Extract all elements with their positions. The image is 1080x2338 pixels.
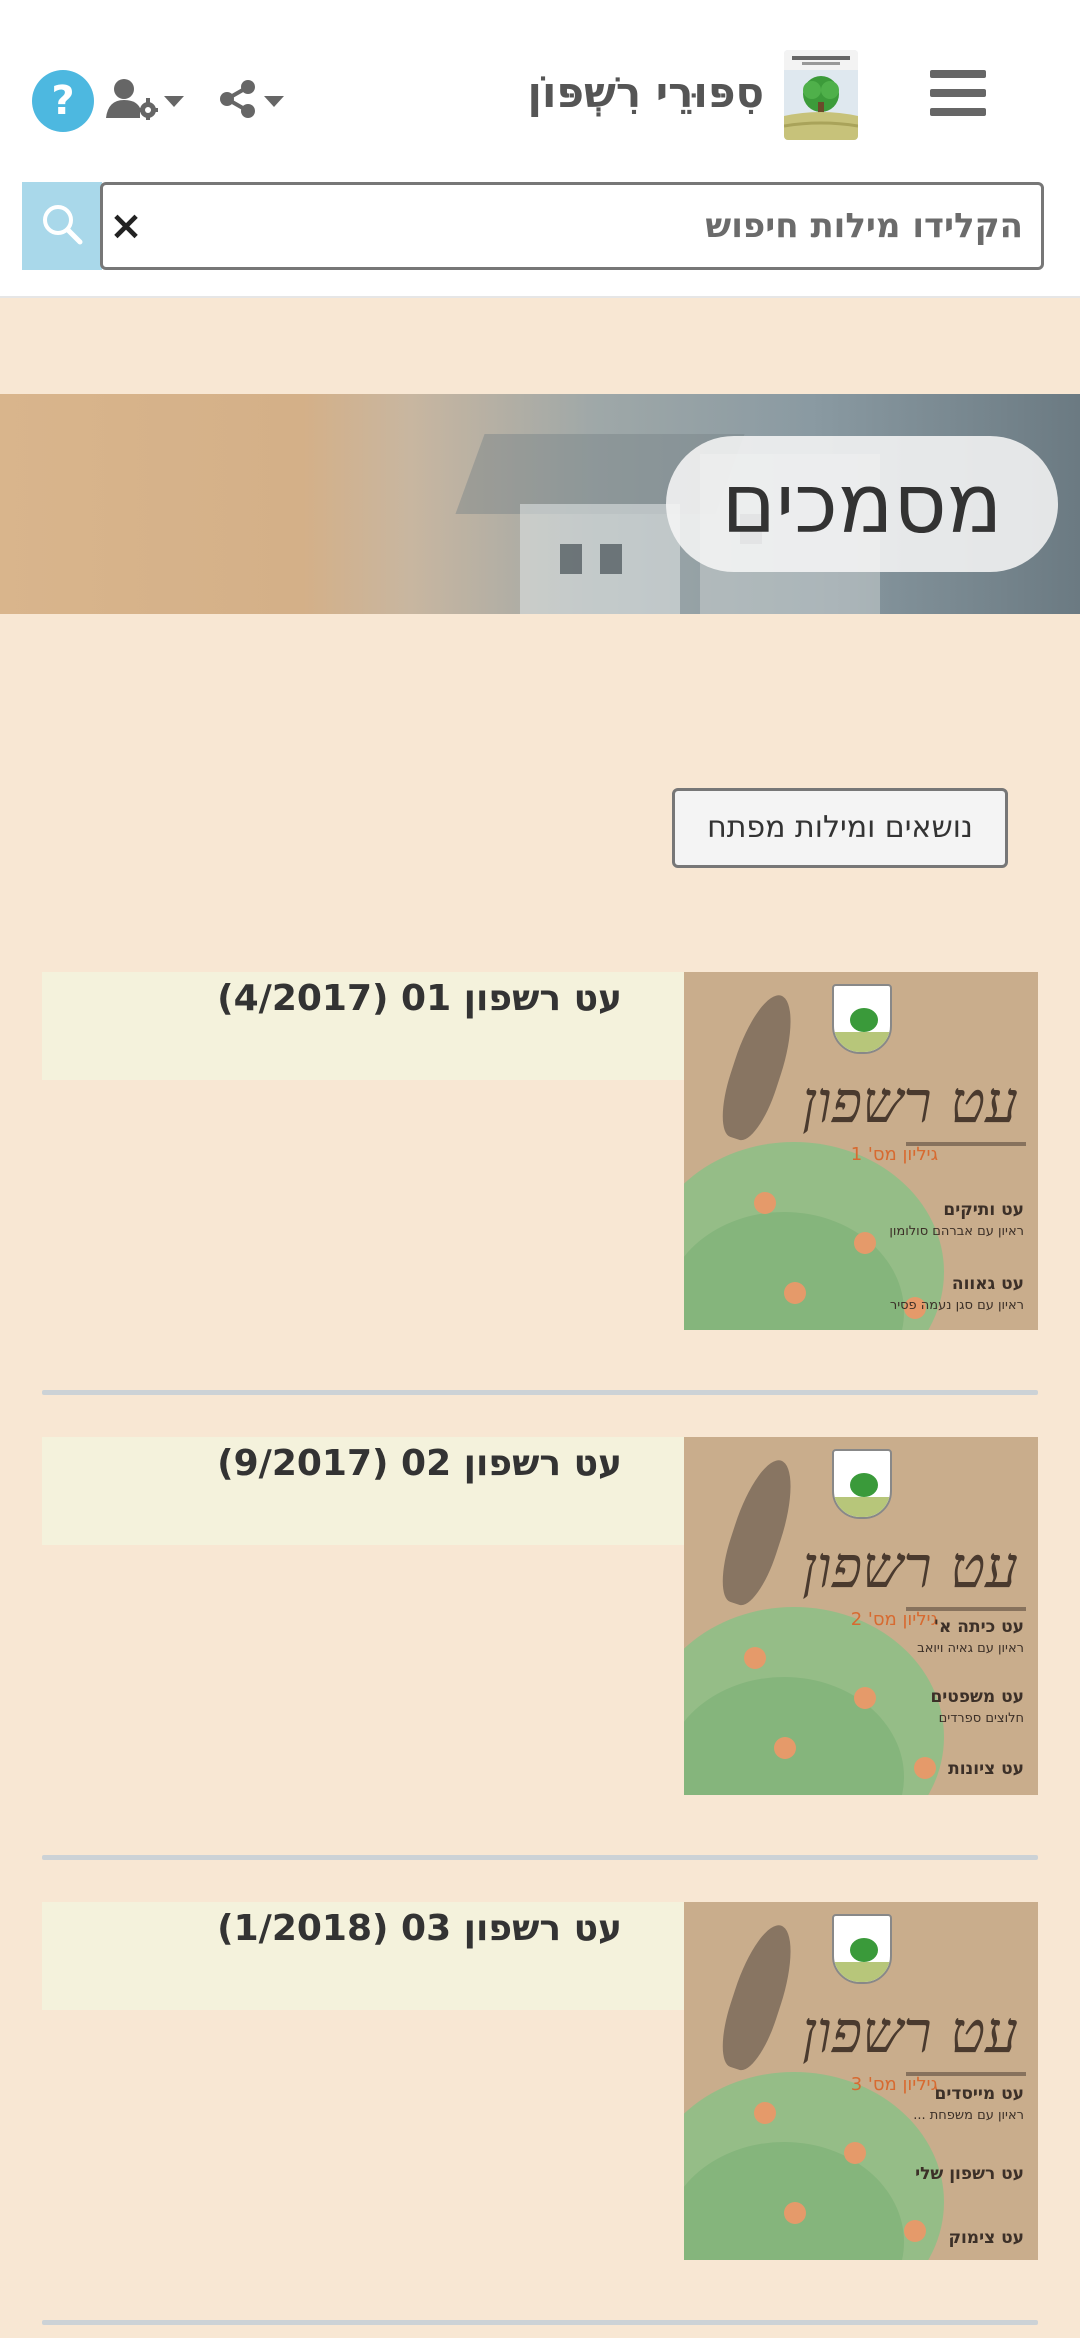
- item-cover-image[interactable]: עט רשפון גיליון מס' 1 עט ותיקים ראיון עם…: [684, 972, 1038, 1330]
- user-cog-icon: [106, 78, 158, 124]
- cover-section-heading: עט גאווה: [951, 1274, 1024, 1294]
- item-title-box: עט רשפון 01 (4/2017): [42, 972, 684, 1080]
- crest-icon: [832, 1449, 892, 1519]
- chevron-down-icon: [164, 95, 184, 107]
- page-banner: מסמכים: [0, 394, 1080, 614]
- cover-script-title: עט רשפון: [802, 1068, 1018, 1136]
- help-button[interactable]: ?: [32, 70, 94, 132]
- cover-section-heading: עט מייסדים: [934, 2084, 1025, 2104]
- search-button[interactable]: [22, 182, 102, 270]
- cover-subtitle: גיליון מס' 2: [850, 1609, 938, 1630]
- cover-section-heading: עט כיתה א': [933, 1617, 1024, 1637]
- item-divider: [42, 1390, 1038, 1395]
- menu-icon[interactable]: [930, 70, 986, 116]
- cover-section-text: ראיון עם אברהם סולומון: [889, 1224, 1024, 1239]
- page-title: מסמכים: [721, 456, 1003, 552]
- keywords-button[interactable]: נושאים ומילות מפתח: [672, 788, 1008, 868]
- banner-window-graphic: [560, 544, 582, 574]
- crest-icon: [832, 984, 892, 1054]
- clear-search-icon[interactable]: ×: [106, 204, 146, 248]
- site-logo[interactable]: [784, 50, 858, 140]
- cover-section-text: ראיון עם משפחת ...: [913, 2108, 1024, 2123]
- cover-subtitle: גיליון מס' 3: [850, 2074, 938, 2095]
- cover-section-heading: עט ציונות: [948, 1759, 1024, 1779]
- item-cover-image[interactable]: עט רשפון גיליון מס' 3 עט מייסדים ראיון ע…: [684, 1902, 1038, 2260]
- search-icon: [41, 203, 83, 249]
- cover-script-title: עט רשפון: [802, 1533, 1018, 1601]
- list-item: עט רשפון 03 (1/2018) עט רשפון גיליון מס'…: [42, 1902, 1038, 2325]
- cover-section-text: ראיון עם גאיה ויואב: [917, 1641, 1024, 1656]
- cover-section-heading: עט משפטים: [930, 1687, 1024, 1707]
- list-item: עט רשפון 02 (9/2017) עט רשפון גיליון מס'…: [42, 1437, 1038, 1860]
- item-title-link[interactable]: עט רשפון 03 (1/2018): [217, 1908, 622, 1949]
- cover-subtitle: גיליון מס' 1: [850, 1144, 938, 1165]
- banner-title-pill: מסמכים: [666, 436, 1058, 572]
- item-title-link[interactable]: עט רשפון 01 (4/2017): [217, 978, 622, 1019]
- cover-section-heading: עט רשפון שלי: [915, 2164, 1024, 2184]
- chevron-down-icon: [264, 95, 284, 107]
- item-divider: [42, 2320, 1038, 2325]
- item-title-box: עט רשפון 02 (9/2017): [42, 1437, 684, 1545]
- share-icon: [218, 79, 258, 123]
- site-title[interactable]: סִפּוּרֵי רִשְׁפּוֹן: [528, 68, 764, 117]
- search-input[interactable]: [100, 182, 1044, 270]
- cover-script-title: עט רשפון: [802, 1998, 1018, 2066]
- cover-section-text: ראיון עם סגן נעמה פסיר: [889, 1298, 1024, 1313]
- crest-icon: [832, 1914, 892, 1984]
- share-dropdown[interactable]: [218, 78, 294, 124]
- item-title-link[interactable]: עט רשפון 02 (9/2017): [217, 1443, 622, 1484]
- item-divider: [42, 1855, 1038, 1860]
- list-item: עט רשפון 01 (4/2017) עט רשפון גיליון מס'…: [42, 972, 1038, 1395]
- user-settings-dropdown[interactable]: [106, 78, 190, 124]
- cover-section-heading: עט צימוק: [948, 2228, 1024, 2248]
- cover-section-text: חלוצים ספרדים: [938, 1711, 1024, 1726]
- item-cover-image[interactable]: עט רשפון גיליון מס' 2 עט כיתה א' ראיון ע…: [684, 1437, 1038, 1795]
- top-header: סִפּוּרֵי רִשְׁפּוֹן ? הקלידו מילות חיפו…: [0, 0, 1080, 298]
- banner-window-graphic: [600, 544, 622, 574]
- cover-section-heading: עט ותיקים: [943, 1200, 1024, 1220]
- item-title-box: עט רשפון 03 (1/2018): [42, 1902, 684, 2010]
